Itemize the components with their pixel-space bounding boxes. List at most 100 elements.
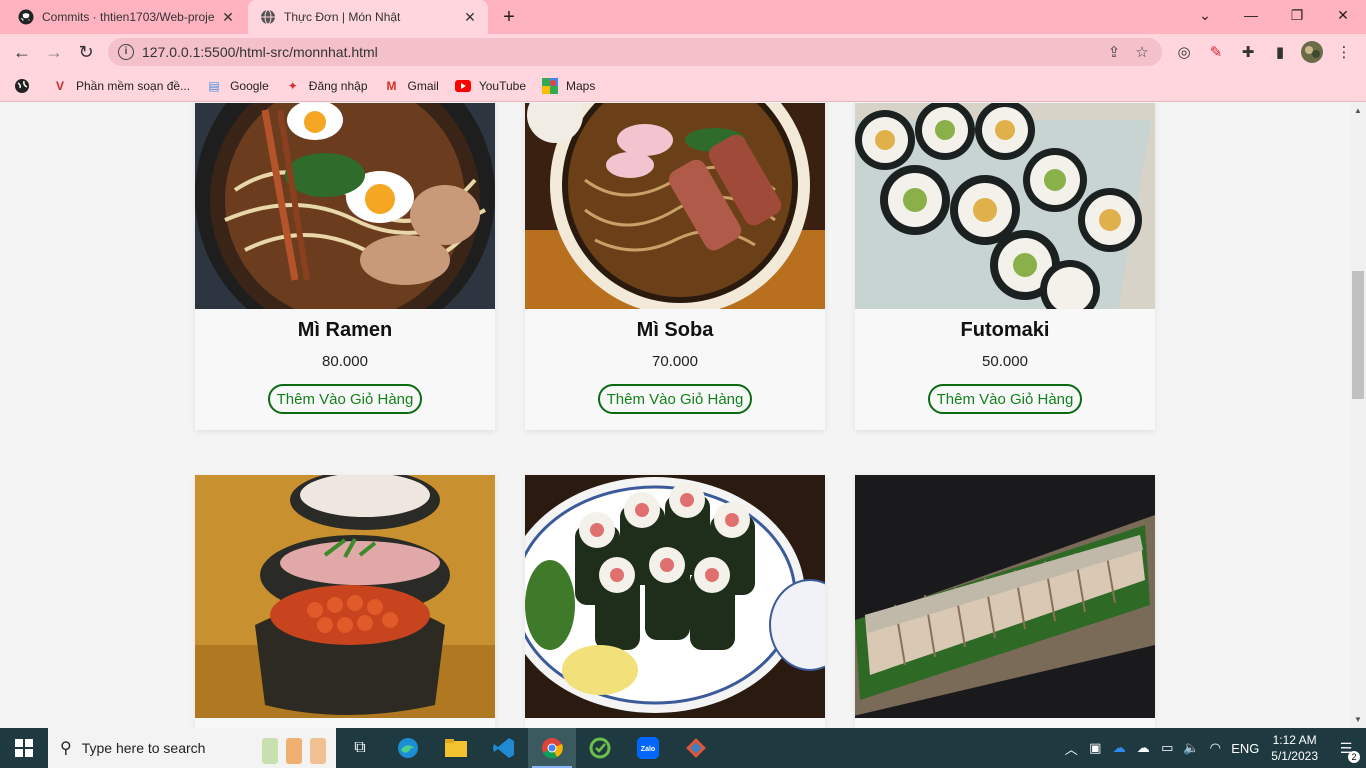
- maps-icon: [542, 77, 558, 94]
- onedrive-icon[interactable]: ☁: [1107, 740, 1131, 756]
- notification-center-icon[interactable]: ☰ 2: [1326, 740, 1366, 763]
- item-price: 70.000: [652, 353, 698, 370]
- scroll-up-arrow-icon[interactable]: ▲: [1350, 103, 1366, 119]
- bubble-tea-icon: [262, 738, 326, 764]
- compass-extension-icon[interactable]: ◎: [1170, 38, 1198, 66]
- address-bar[interactable]: i 127.0.0.1:5500/html-src/monnhat.html ⇪…: [108, 38, 1162, 66]
- language-indicator[interactable]: ENG: [1227, 741, 1263, 756]
- soba-photo: [525, 103, 825, 309]
- star-icon[interactable]: ☆: [1128, 38, 1156, 66]
- windows-taskbar: ⚲ Type here to search ⧉ Zalo ︿ ▣ ☁ ☁ ▭ 🔈…: [0, 728, 1366, 768]
- menu-card-hosomaki: [525, 475, 825, 728]
- gunkan-sushi-photo: [195, 475, 495, 718]
- volume-icon[interactable]: 🔈: [1179, 740, 1203, 756]
- chrome-icon[interactable]: [528, 728, 576, 768]
- cloud-icon[interactable]: ☁: [1131, 740, 1155, 756]
- saba-sushi-photo: [855, 475, 1155, 718]
- search-placeholder: Type here to search: [81, 740, 206, 756]
- tab-title: Thực Đơn | Món Nhật: [284, 10, 401, 24]
- taskbar-search-input[interactable]: ⚲ Type here to search: [48, 728, 336, 768]
- google-icon: ▤: [208, 78, 220, 93]
- item-price: 50.000: [982, 353, 1028, 370]
- item-name: Futomaki: [960, 319, 1050, 341]
- clock-time: 1:12 AM: [1272, 733, 1317, 747]
- tab-menu-japanese[interactable]: Thực Đơn | Món Nhật ✕: [248, 0, 488, 34]
- add-to-cart-button[interactable]: Thêm Vào Giỏ Hàng: [597, 384, 753, 414]
- restore-button[interactable]: ❐: [1274, 0, 1320, 30]
- gmail-icon: M: [386, 78, 397, 93]
- youtube-icon: [454, 78, 471, 94]
- reload-button[interactable]: ↻: [72, 38, 100, 66]
- bookmark-item[interactable]: Maps: [542, 77, 596, 94]
- close-icon[interactable]: ✕: [462, 9, 478, 25]
- windows-logo-icon: [15, 739, 33, 757]
- bookmark-item[interactable]: ✦ Đăng nhập: [285, 78, 368, 94]
- windows-start-button[interactable]: [0, 728, 48, 768]
- zalo-icon[interactable]: Zalo: [624, 728, 672, 768]
- camera-icon[interactable]: ▣: [1083, 740, 1107, 756]
- ramen-photo: [195, 103, 495, 309]
- bookmark-label: Google: [230, 78, 269, 93]
- bookmark-item[interactable]: ▤ Google: [206, 78, 269, 94]
- tab-title: Commits · thtien1703/Web-proje: [42, 10, 215, 24]
- globe-dark-icon: [14, 78, 30, 94]
- git-tool-icon[interactable]: [672, 728, 720, 768]
- bookmark-label: Gmail: [407, 78, 439, 93]
- clock-date: 5/1/2023: [1271, 749, 1318, 763]
- add-to-cart-button[interactable]: Thêm Vào Giỏ Hàng: [927, 384, 1083, 414]
- scroll-thumb[interactable]: [1352, 271, 1364, 399]
- page-scrollbar[interactable]: ▲ ▼: [1350, 103, 1366, 728]
- bookmark-item[interactable]: M Gmail: [384, 78, 439, 94]
- url-text[interactable]: 127.0.0.1:5500/html-src/monnhat.html: [142, 44, 1100, 60]
- v-logo-icon: V: [55, 78, 64, 93]
- battery-icon[interactable]: ▭: [1155, 740, 1179, 756]
- side-panel-icon[interactable]: ▮: [1266, 38, 1294, 66]
- svg-text:Zalo: Zalo: [641, 746, 655, 753]
- color-picker-extension-icon[interactable]: ✎: [1202, 38, 1230, 66]
- task-view-icon[interactable]: ⧉: [336, 728, 384, 768]
- notification-badge: 2: [1348, 750, 1360, 763]
- globe-icon: [260, 9, 276, 25]
- wifi-icon[interactable]: ◠: [1203, 740, 1227, 756]
- green-app-icon[interactable]: [576, 728, 624, 768]
- bookmark-item[interactable]: YouTube: [454, 78, 526, 94]
- vscode-icon[interactable]: [480, 728, 528, 768]
- github-icon: [18, 9, 34, 25]
- bookmark-item[interactable]: V Phần mềm soạn đề...: [52, 78, 190, 94]
- bookmark-label: YouTube: [478, 78, 526, 93]
- item-name: Mì Soba: [636, 319, 714, 341]
- new-tab-button[interactable]: +: [498, 7, 520, 29]
- back-button[interactable]: ←: [8, 38, 36, 66]
- menu-card-futomaki: Futomaki 50.000 Thêm Vào Giỏ Hàng: [855, 103, 1155, 430]
- avatar[interactable]: [1298, 38, 1326, 66]
- info-icon[interactable]: i: [118, 44, 134, 60]
- menu-kebab-icon[interactable]: ⋮: [1330, 38, 1358, 66]
- forward-button[interactable]: →: [40, 38, 68, 66]
- search-icon: ⚲: [60, 740, 72, 757]
- menu-card-saba: [855, 475, 1155, 728]
- close-icon[interactable]: ✕: [220, 9, 236, 25]
- add-to-cart-button[interactable]: Thêm Vào Giỏ Hàng: [267, 384, 423, 414]
- puzzle-extensions-icon[interactable]: ✚: [1234, 38, 1262, 66]
- browser-titlebar: Commits · thtien1703/Web-proje ✕ Thực Đơ…: [0, 0, 1366, 34]
- file-explorer-icon[interactable]: [432, 728, 480, 768]
- chevron-up-icon[interactable]: ︿: [1059, 739, 1083, 758]
- page-viewport: Mì Ramen 80.000 Thêm Vào Giỏ Hàng Mì Sob…: [0, 103, 1350, 728]
- bookmarks-bar: V Phần mềm soạn đề... ▤ Google ✦ Đăng nh…: [0, 70, 1366, 102]
- browser-toolbar: ← → ↻ i 127.0.0.1:5500/html-src/monnhat.…: [0, 34, 1366, 70]
- clock[interactable]: 1:12 AM 5/1/2023: [1271, 732, 1318, 764]
- edge-browser-icon[interactable]: [384, 728, 432, 768]
- bookmark-label: Maps: [566, 78, 596, 93]
- menu-card-gunkan: [195, 475, 495, 728]
- tab-search-icon[interactable]: ⌄: [1182, 0, 1228, 30]
- system-tray: ︿ ▣ ☁ ☁ ▭ 🔈 ◠ ENG 1:12 AM 5/1/2023 ☰ 2: [1059, 728, 1366, 768]
- scroll-down-arrow-icon[interactable]: ▼: [1350, 712, 1366, 728]
- futomaki-photo: [855, 103, 1155, 309]
- close-window-button[interactable]: ✕: [1320, 0, 1366, 30]
- bookmark-apps[interactable]: [14, 78, 38, 94]
- share-icon[interactable]: ⇪: [1100, 38, 1128, 66]
- minimize-button[interactable]: —: [1228, 0, 1274, 30]
- tab-commits[interactable]: Commits · thtien1703/Web-proje ✕: [8, 0, 246, 34]
- hosomaki-photo: [525, 475, 825, 718]
- login-icon: ✦: [287, 78, 298, 93]
